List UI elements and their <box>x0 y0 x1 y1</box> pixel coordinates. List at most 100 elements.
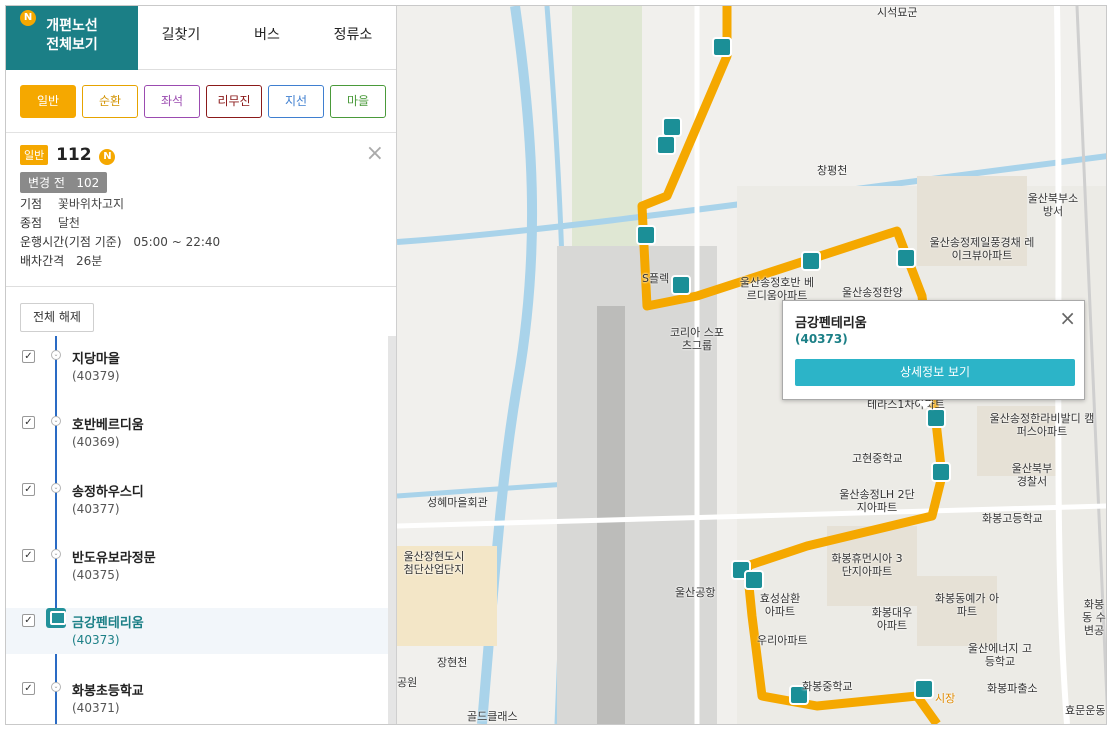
stop-id: (40379) <box>72 369 120 383</box>
airport-area <box>557 246 717 724</box>
map-label: 효성삼환 아파트 <box>759 592 801 618</box>
tab-directions[interactable]: 길찾기 <box>138 6 224 69</box>
checkbox[interactable]: ✓ <box>22 416 35 429</box>
filter-seat[interactable]: 좌석 <box>144 85 200 118</box>
tab-bus[interactable]: 버스 <box>224 6 310 69</box>
hours-value: 05:00 ~ 22:40 <box>133 235 221 249</box>
list-item[interactable]: ✓ ⌄ 호반베르디움 (40369) <box>6 410 389 456</box>
hours-row: 운행시간(기점 기준) 05:00 ~ 22:40 <box>20 235 396 250</box>
stop-id: (40375) <box>72 568 120 582</box>
map-label: 화봉중학교 <box>802 680 853 693</box>
map-label: 울산송정호반 베르디움아파트 <box>739 276 815 302</box>
bus-icon <box>46 608 66 628</box>
map-label: 공원 <box>397 676 418 689</box>
filter-village[interactable]: 마을 <box>330 85 386 118</box>
map-label: 울산장현도시 첨단산업단지 <box>403 550 465 576</box>
map-label: 울산송정한라비발디 캠퍼스아파트 <box>989 412 1095 438</box>
checkbox[interactable]: ✓ <box>22 483 35 496</box>
app-frame: N 개편노선 전체보기 길찾기 버스 정류소 일반 순환 좌석 리무진 지선 마… <box>5 5 1107 725</box>
checkbox[interactable]: ✓ <box>22 350 35 363</box>
bus-stop-icon <box>636 225 656 245</box>
map-label: 골드클래스 <box>467 710 518 723</box>
stop-id: (40371) <box>72 701 120 715</box>
map-label: 화봉파출소 <box>987 682 1038 695</box>
tab-all-routes-line2: 전체보기 <box>46 37 98 53</box>
bus-stop-icon <box>744 570 764 590</box>
bus-stop-icon <box>712 37 732 57</box>
map-label: 화봉고등학교 <box>982 512 1043 525</box>
stop-name: 금강펜테리움 <box>72 616 144 631</box>
map-label: 울산송정한양 <box>842 286 903 299</box>
map-label: 시장 <box>935 692 956 705</box>
route-number: 112 <box>56 145 92 165</box>
interval-label: 배차간격 <box>20 254 65 268</box>
runway <box>597 306 625 724</box>
map-label: 울산공항 <box>675 586 716 599</box>
stop-id: (40369) <box>72 435 120 449</box>
map-label: 성혜마을회관 <box>427 496 488 509</box>
side-panel: N 개편노선 전체보기 길찾기 버스 정류소 일반 순환 좌석 리무진 지선 마… <box>6 6 397 724</box>
checkbox[interactable]: ✓ <box>22 682 35 695</box>
origin-label: 기점 <box>20 197 43 211</box>
origin-row: 기점 꽃바위차고지 <box>20 197 396 212</box>
popup-title: 금강펜테리움 <box>795 316 867 331</box>
map-label: 울산송정제일풍경채 레이크뷰아파트 <box>929 236 1035 262</box>
before-change-label: 변경 전 <box>28 176 65 190</box>
map-label: 창평천 <box>817 164 848 177</box>
route-type-badge: 일반 <box>20 145 49 165</box>
filter-general[interactable]: 일반 <box>20 85 76 118</box>
list-item[interactable]: ✓ ⌄ 반도유보라정문 (40375) <box>6 543 389 589</box>
close-icon[interactable]: × <box>366 141 384 166</box>
list-item-active[interactable]: ✓ 금강펜테리움 (40373) <box>6 608 389 654</box>
stop-name: 지당마을 <box>72 352 120 367</box>
bus-stop-icon <box>931 462 951 482</box>
tab-stops[interactable]: 정류소 <box>310 6 396 69</box>
filter-circular[interactable]: 순환 <box>82 85 138 118</box>
map-label: 화봉동 수변공 <box>1082 598 1106 637</box>
stop-list: ✓ ⌄ 지당마을 (40379) ✓ ⌄ 호반베르디움 (40369) ✓ ⌄ … <box>6 336 389 724</box>
map-label: 화봉휴먼시아 3단지아파트 <box>831 552 903 578</box>
detail-button[interactable]: 상세정보 보기 <box>795 359 1075 386</box>
chevron-down-icon: ⌄ <box>51 350 61 360</box>
checkbox[interactable]: ✓ <box>22 614 35 627</box>
stop-name: 송정하우스디 <box>72 485 144 500</box>
route-line <box>55 336 57 724</box>
bus-stop-icon <box>801 251 821 271</box>
bus-stop-icon <box>662 117 682 137</box>
map-label: 울산북부소방서 <box>1027 192 1079 218</box>
map-view[interactable]: 시석묘군 창평천 울산북부소방서 울산송정제일풍경채 레이크뷰아파트 울산송정호… <box>397 6 1106 724</box>
list-item[interactable]: ✓ ⌄ 송정하우스디 (40377) <box>6 477 389 523</box>
before-change-badge: 변경 전 102 <box>20 172 108 193</box>
chevron-down-icon: ⌄ <box>51 682 61 692</box>
terminal-value: 달천 <box>57 216 80 230</box>
close-icon[interactable]: × <box>1059 306 1076 330</box>
map-label: 장현천 <box>437 656 468 669</box>
new-badge-icon: N <box>20 10 36 26</box>
tab-all-routes[interactable]: N 개편노선 전체보기 <box>6 6 138 70</box>
stop-id: (40377) <box>72 502 120 516</box>
list-item[interactable]: ✓ ⌄ 지당마을 (40379) <box>6 344 389 390</box>
new-route-icon: N <box>99 148 116 165</box>
scrollbar[interactable] <box>388 336 396 724</box>
map-label: 코리아 스포츠그룹 <box>669 326 725 352</box>
map-label: 효문운동 <box>1065 704 1106 717</box>
filter-limousine[interactable]: 리무진 <box>206 85 262 118</box>
list-item[interactable]: ✓ ⌄ 화봉초등학교 (40371) <box>6 676 389 722</box>
stop-popup: 금강펜테리움 (40373) × 상세정보 보기 <box>782 300 1085 409</box>
checkbox[interactable]: ✓ <box>22 549 35 562</box>
before-change-number: 102 <box>76 176 100 190</box>
interval-value: 26분 <box>76 254 103 268</box>
map-label: 시석묘군 <box>877 6 918 19</box>
map-label: 울산송정LH 2단지아파트 <box>839 488 915 514</box>
stop-name: 반도유보라정문 <box>72 551 156 566</box>
map-label: S플렉 <box>642 272 670 285</box>
bus-stop-icon <box>896 248 916 268</box>
chevron-down-icon: ⌄ <box>51 549 61 559</box>
clear-all-button[interactable]: 전체 해제 <box>20 303 94 332</box>
terminal-label: 종점 <box>20 216 43 230</box>
origin-value: 꽃바위차고지 <box>57 197 125 211</box>
map-label: 우리아파트 <box>757 634 808 647</box>
tab-bar: N 개편노선 전체보기 길찾기 버스 정류소 <box>6 6 396 70</box>
filter-branch[interactable]: 지선 <box>268 85 324 118</box>
stop-name: 호반베르디움 <box>72 418 144 433</box>
